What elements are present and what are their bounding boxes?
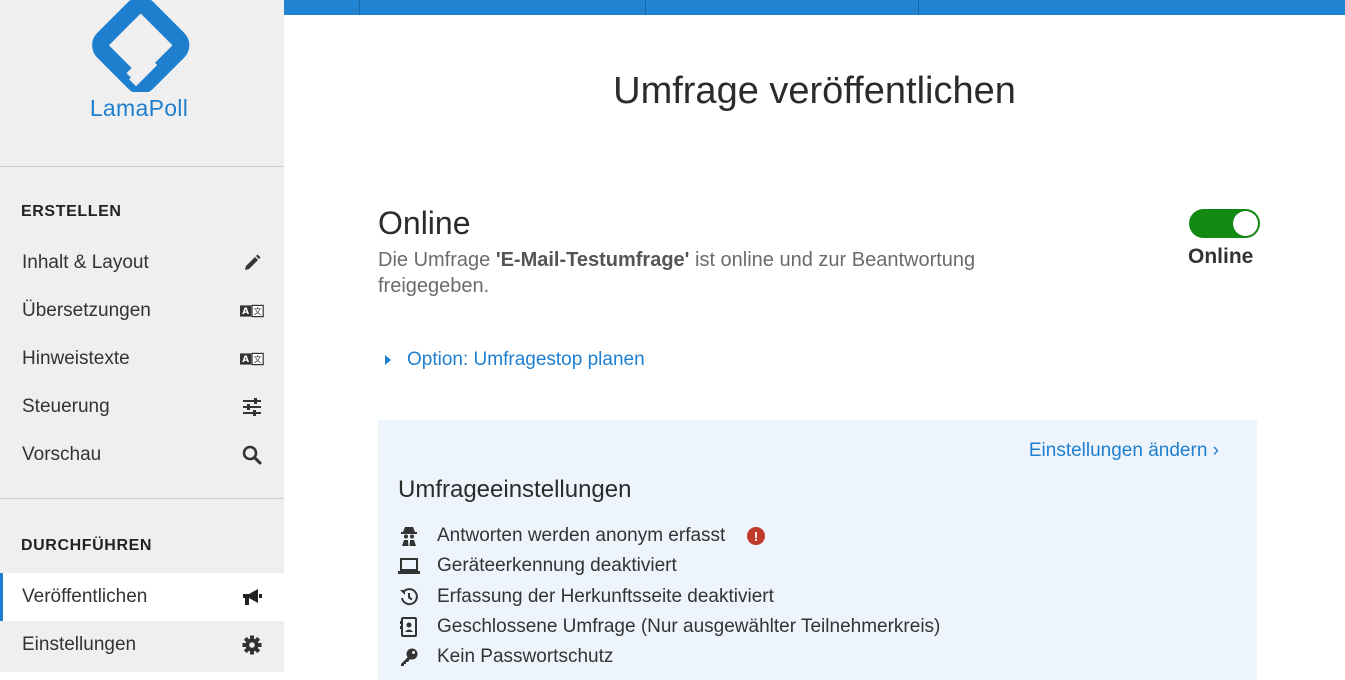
sidebar-item-control[interactable]: Steuerung xyxy=(0,383,284,431)
sidebar-item-label: Vorschau xyxy=(22,444,102,465)
schedule-stop-option-link[interactable]: Option: Umfragestop planen xyxy=(385,349,645,371)
sidebar-divider xyxy=(0,498,284,499)
laptop-icon xyxy=(398,555,420,577)
setting-password: Kein Passwortschutz xyxy=(398,644,613,670)
section-heading-create: ERSTELLEN xyxy=(21,203,122,220)
online-toggle[interactable] xyxy=(1189,209,1260,238)
brand-name: LamaPoll xyxy=(89,95,189,121)
lamapoll-logo[interactable]: LamaPoll xyxy=(84,0,194,125)
sidebar-item-label: Einstellungen xyxy=(22,634,137,655)
warning-icon[interactable]: ! xyxy=(747,527,765,545)
sliders-icon xyxy=(240,395,264,419)
sidebar-item-settings[interactable]: Einstellungen xyxy=(0,621,284,669)
status-heading: Online xyxy=(378,205,471,241)
caret-right-icon xyxy=(385,355,391,365)
svg-text:A: A xyxy=(242,307,249,317)
setting-text: Geräteerkennung deaktiviert xyxy=(437,555,677,576)
svg-text:文: 文 xyxy=(254,354,262,364)
sidebar-item-label: Inhalt & Layout xyxy=(22,252,149,273)
setting-text: Geschlossene Umfrage (Nur ausgewählter T… xyxy=(437,616,941,637)
svg-text:文: 文 xyxy=(254,306,262,316)
setting-closed-survey: Geschlossene Umfrage (Nur ausgewählter T… xyxy=(398,614,940,640)
sidebar-item-label: Übersetzungen xyxy=(22,300,151,321)
topbar-separator xyxy=(918,0,919,15)
sidebar-item-hint-texts[interactable]: Hinweistexte A文 xyxy=(0,335,284,383)
status-description: Die Umfrage 'E-Mail-Testumfrage' ist onl… xyxy=(378,247,1078,299)
history-icon xyxy=(398,586,420,608)
svg-text:A: A xyxy=(242,355,249,365)
spy-icon xyxy=(398,525,420,547)
setting-text: Kein Passwortschutz xyxy=(437,646,614,667)
survey-settings-panel: Einstellungen ändern › Umfrageeinstellun… xyxy=(378,420,1257,680)
sidebar-item-preview[interactable]: Vorschau xyxy=(0,431,284,479)
option-link-label: Option: Umfragestop planen xyxy=(407,349,645,370)
setting-referrer: Erfassung der Herkunftsseite deaktiviert xyxy=(398,584,774,610)
sidebar-item-translations[interactable]: Übersetzungen A文 xyxy=(0,287,284,335)
pencil-icon xyxy=(240,251,264,275)
setting-anonymous: Antworten werden anonym erfasst ! xyxy=(398,523,765,549)
toggle-label: Online xyxy=(1188,245,1254,268)
sidebar-item-label: Hinweistexte xyxy=(22,348,130,369)
change-settings-link[interactable]: Einstellungen ändern › xyxy=(1029,440,1219,462)
setting-text: Antworten werden anonym erfasst xyxy=(437,525,726,546)
sidebar-item-publish[interactable]: Veröffentlichen xyxy=(0,573,284,621)
search-icon xyxy=(240,443,264,467)
topbar-separator xyxy=(359,0,360,15)
settings-panel-title: Umfrageeinstellungen xyxy=(398,476,632,503)
key-icon xyxy=(398,646,420,668)
sidebar-item-label: Steuerung xyxy=(22,396,110,417)
contact-card-icon xyxy=(398,616,420,638)
top-navigation-bar xyxy=(284,0,1345,15)
sidebar-item-label: Veröffentlichen xyxy=(22,586,148,607)
survey-name: 'E-Mail-Testumfrage' xyxy=(495,249,690,271)
sidebar-item-content-layout[interactable]: Inhalt & Layout xyxy=(0,239,284,287)
section-heading-conduct: DURCHFÜHREN xyxy=(21,537,153,554)
gear-icon xyxy=(240,633,264,657)
toggle-knob xyxy=(1233,211,1258,236)
sidebar-divider xyxy=(0,166,284,167)
setting-text: Erfassung der Herkunftsseite deaktiviert xyxy=(437,586,774,607)
sidebar: LamaPoll ERSTELLEN Inhalt & Layout Übers… xyxy=(0,0,284,672)
lamapoll-logo-icon xyxy=(92,0,190,92)
topbar-separator xyxy=(645,0,646,15)
megaphone-icon xyxy=(240,585,264,609)
page-title: Umfrage veröffentlichen xyxy=(613,70,1016,112)
setting-device-detection: Geräteerkennung deaktiviert xyxy=(398,553,677,579)
translate-icon: A文 xyxy=(240,299,264,323)
translate-icon: A文 xyxy=(240,347,264,371)
status-desc-prefix: Die Umfrage xyxy=(378,249,496,271)
